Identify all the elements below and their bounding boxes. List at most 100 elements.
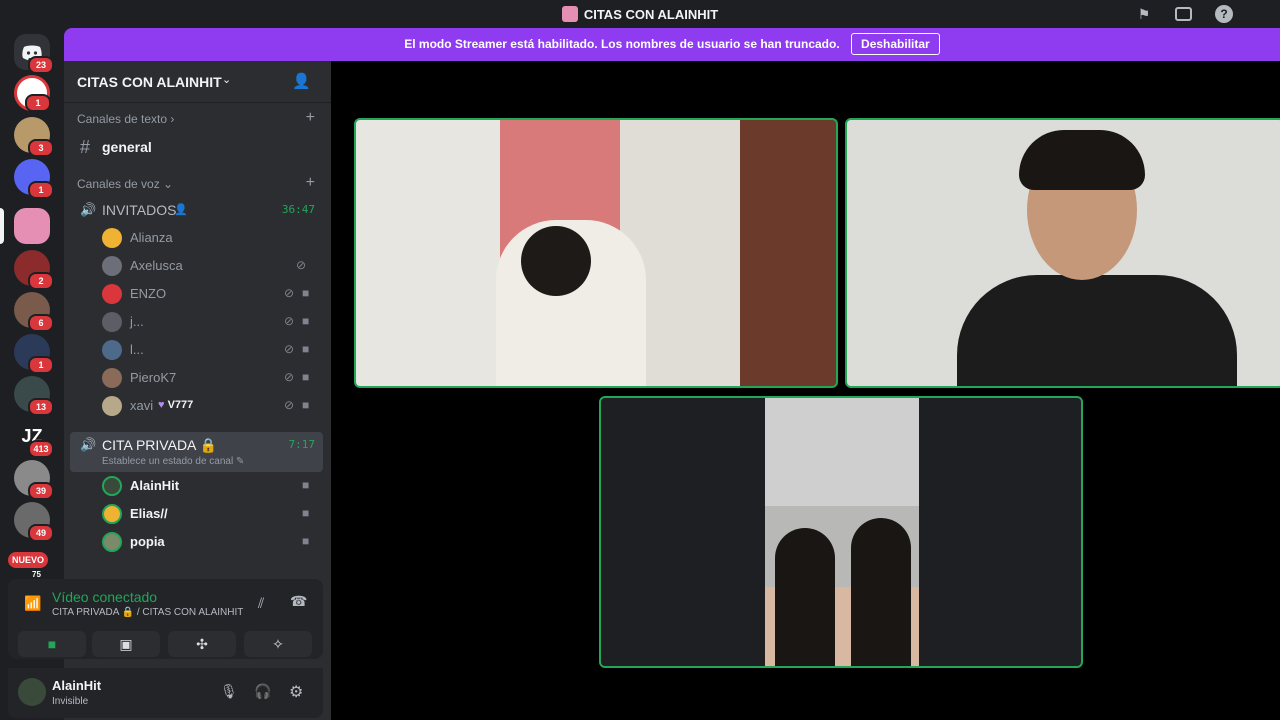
voice-user[interactable]: ENZO ⊘ ■ — [100, 281, 320, 307]
notification-badge: 3 — [28, 139, 54, 157]
user-status: Invisible — [52, 696, 89, 707]
notification-badge: 1 — [28, 356, 54, 374]
gear-icon[interactable]: ⚙ — [289, 682, 303, 702]
streamer-mode-banner: El modo Streamer está habilitado. Los no… — [64, 28, 1280, 61]
avatar — [102, 476, 122, 496]
server-icon[interactable]: 39 — [14, 460, 54, 500]
disconnect-icon[interactable]: ☎ — [290, 593, 307, 610]
participant-video — [957, 275, 1237, 386]
headphones-icon[interactable]: 🎧 — [254, 683, 271, 700]
new-count: 75 — [32, 570, 41, 579]
avatar — [102, 228, 122, 248]
server-icon[interactable]: JZ 413 — [14, 418, 54, 458]
camera-icon: ■ — [302, 506, 310, 520]
video-tile[interactable] — [599, 396, 1083, 668]
category-text-channels[interactable]: Canales de texto › — [77, 112, 174, 126]
category-voice-channels[interactable]: Canales de voz ⌄ — [77, 177, 173, 191]
server-icon[interactable]: 1 — [14, 159, 54, 199]
voice-status-subtitle[interactable]: CITA PRIVADA 🔒 / CITAS CON ALAINHIT — [52, 607, 243, 618]
flag-icon[interactable]: ⚑ — [1135, 5, 1153, 23]
server-icon[interactable]: 13 — [14, 376, 54, 416]
selected-server-pill — [0, 208, 4, 244]
voice-user[interactable]: Alianza — [100, 225, 320, 251]
participant-video — [765, 398, 919, 666]
noise-suppression-icon[interactable]: ⫽ — [258, 595, 264, 612]
camera-icon: ■ — [302, 534, 310, 548]
avatar — [102, 368, 122, 388]
server-icon — [561, 6, 578, 22]
heart-icon: ♥ — [158, 399, 165, 411]
mic-off-icon: ⊘ — [284, 398, 295, 412]
server-icon-active[interactable] — [14, 208, 50, 244]
voice-user[interactable]: Axelusca ⊘ — [100, 253, 320, 279]
server-icon[interactable]: 1 — [14, 75, 51, 112]
server-icon[interactable]: 6 — [14, 292, 54, 332]
camera-icon: ■ — [47, 636, 57, 652]
mic-off-icon: ⊘ — [284, 314, 295, 328]
mic-off-icon: ⊘ — [284, 342, 295, 356]
voice-status-title[interactable]: Vídeo conectado — [52, 589, 157, 605]
voice-user[interactable]: xavi ♥ V777 ⊘ ■ — [100, 393, 320, 419]
activities-button[interactable]: ✣ — [168, 631, 236, 657]
camera-icon: ■ — [302, 314, 310, 328]
speaker-icon: 🔊 — [80, 202, 97, 217]
server-header[interactable]: CITAS CON ALAINHIT ⌄ 👤 — [64, 61, 331, 103]
help-icon[interactable]: ? — [1215, 5, 1233, 23]
server-icon[interactable]: 3 — [14, 117, 54, 157]
add-member-icon[interactable]: 👤 — [292, 72, 311, 90]
camera-icon: ■ — [302, 398, 310, 412]
participant-video — [1019, 130, 1145, 190]
voice-user[interactable]: popia ■ — [100, 529, 320, 555]
notification-badge: 6 — [28, 314, 54, 332]
channel-general[interactable]: # general — [70, 133, 323, 161]
avatar[interactable] — [18, 678, 46, 706]
soundboard-icon: ✧ — [272, 636, 284, 652]
camera-icon: ■ — [302, 478, 310, 492]
mic-icon[interactable]: 🎙 — [220, 683, 238, 700]
disable-streamer-button[interactable]: Deshabilitar — [851, 33, 940, 55]
channel-name: general — [102, 139, 152, 155]
video-tile[interactable] — [845, 118, 1280, 388]
server-icon[interactable]: 1 — [14, 334, 54, 374]
voice-user[interactable]: PieroK7 ⊘ ■ — [100, 365, 320, 391]
notification-badge: 1 — [25, 94, 51, 112]
voice-user[interactable]: AlainHit ■ — [100, 473, 320, 499]
avatar — [102, 312, 122, 332]
video-tile[interactable] — [354, 118, 838, 388]
voice-timer: 36:47 — [281, 203, 315, 216]
notification-badge: 2 — [28, 272, 54, 290]
pencil-icon: ✎ — [236, 456, 245, 467]
username: AlainHit — [52, 678, 102, 693]
channel-status[interactable]: Establece un estado de canal ✎ — [102, 456, 244, 467]
hashtag-icon: # — [80, 137, 91, 157]
soundboard-button[interactable]: ✧ — [244, 631, 312, 657]
camera-icon: ■ — [302, 342, 310, 356]
notification-badge: 413 — [28, 440, 54, 458]
notification-badge: 39 — [28, 482, 54, 500]
voice-user[interactable]: l... ⊘ ■ — [100, 337, 320, 363]
direct-messages-button[interactable]: 23 — [14, 34, 54, 74]
window-titlebar: CITAS CON ALAINHIT ⚑ ? — [0, 0, 1280, 28]
voice-channel-name: INVITADOS — [102, 202, 177, 218]
camera-icon: ■ — [302, 286, 310, 300]
voice-channel-cita-privada[interactable]: 🔊 CITA PRIVADA 🔒 7:17 Establece un estad… — [70, 432, 323, 472]
server-icon[interactable]: 49 — [14, 502, 54, 542]
avatar — [102, 284, 122, 304]
chevron-down-icon: ⌄ — [222, 74, 232, 86]
inbox-icon[interactable] — [1175, 7, 1192, 21]
create-text-channel-icon[interactable]: + — [306, 109, 315, 127]
voice-connection-panel: 📶 Vídeo conectado CITA PRIVADA 🔒 / CITAS… — [8, 579, 323, 659]
voice-channel-invitados[interactable]: 🔊 INVITADOS 👤 36:47 — [70, 196, 323, 224]
avatar — [102, 256, 122, 276]
voice-user[interactable]: j... ⊘ ■ — [100, 309, 320, 335]
voice-user[interactable]: Elias// ■ — [100, 501, 320, 527]
signal-icon: 📶 — [24, 595, 42, 611]
create-voice-channel-icon[interactable]: + — [306, 174, 315, 192]
screen-share-button[interactable]: ▣ — [92, 631, 160, 657]
camera-toggle-button[interactable]: ■ — [18, 631, 86, 657]
speaker-icon: 🔊 — [80, 437, 97, 452]
server-icon[interactable]: 2 — [14, 250, 54, 290]
banner-text: El modo Streamer está habilitado. Los no… — [404, 37, 840, 51]
mic-off-icon: ⊘ — [284, 370, 295, 384]
mic-off-icon: ⊘ — [284, 286, 295, 300]
